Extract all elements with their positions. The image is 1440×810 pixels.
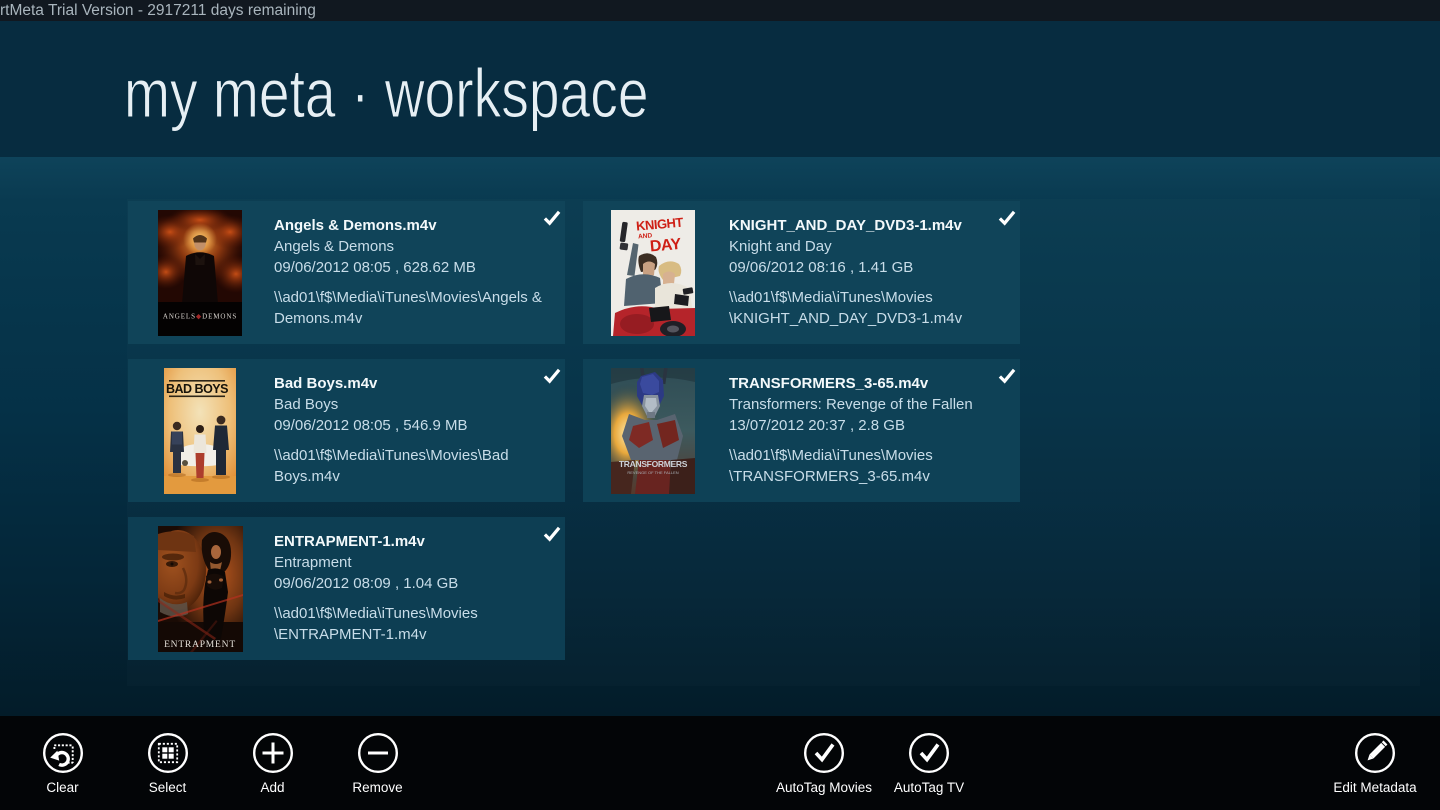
svg-text:ANGELS◆DEMONS: ANGELS◆DEMONS (163, 313, 237, 321)
svg-text:REVENGE OF THE FALLEN: REVENGE OF THE FALLEN (627, 470, 678, 475)
svg-text:TRANSFORMERS: TRANSFORMERS (619, 459, 688, 469)
svg-text:DAY: DAY (649, 236, 682, 256)
svg-text:ENTRAPMENT: ENTRAPMENT (164, 640, 236, 650)
svg-text:BAD BOYS: BAD BOYS (166, 382, 228, 396)
